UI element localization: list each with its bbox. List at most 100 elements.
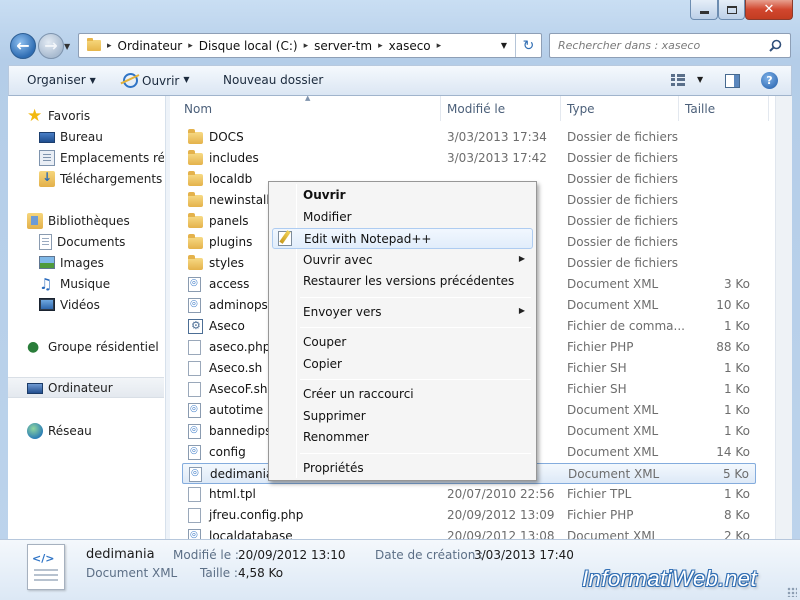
file-row[interactable]: localdatabase 20/09/2012 13:08 Document XM… (182, 526, 756, 539)
close-button[interactable]: ✕ (745, 0, 793, 20)
chevron-down-icon: ▼ (183, 75, 190, 84)
sidebar-item-bibliotheques[interactable]: Bibliothèques (8, 210, 164, 231)
menu-item-label: Ouvrir avec (303, 252, 373, 267)
chevron-right-icon[interactable]: ▸ (188, 41, 193, 51)
maximize-icon (726, 5, 737, 14)
column-header-type[interactable]: Type (561, 96, 679, 121)
sidebar-item-homegroup[interactable]: ● Groupe résidentiel (8, 336, 164, 357)
pictures-icon (39, 256, 55, 269)
sidebar-item-label: Emplacements réce (60, 150, 164, 165)
computer-icon (27, 382, 43, 394)
file-name: adminops (209, 298, 268, 312)
file-size: 14 Ko (716, 445, 750, 459)
sidebar-item-images[interactable]: Images (8, 252, 164, 273)
breadcrumb-local-disk[interactable]: Disque local (C:) (199, 39, 298, 53)
file-size: 1 Ko (723, 382, 750, 396)
xml-file-icon (189, 467, 202, 482)
address-history-dropdown[interactable]: ▼ (501, 41, 507, 50)
watermark-logo: InformatiWeb.net (582, 566, 758, 591)
back-button[interactable]: ← (10, 33, 36, 59)
folder-icon (188, 129, 203, 144)
search-icon[interactable] (769, 39, 782, 52)
command-bar: Organiser ▼ Ouvrir ▼ Nouveau dossier ▼ ? (8, 65, 792, 96)
column-header-date[interactable]: Modifié le (441, 96, 561, 121)
sidebar-item-musique[interactable]: ♫ Musique (8, 273, 164, 294)
file-name: bannedips (209, 424, 272, 438)
vertical-scrollbar[interactable] (775, 96, 792, 539)
chevron-right-icon[interactable]: ▸ (437, 41, 442, 51)
menu-item[interactable]: Ouvrir (272, 185, 533, 206)
breadcrumb-computer[interactable]: Ordinateur (118, 39, 183, 53)
menu-item-label: Couper (303, 335, 347, 349)
menu-item[interactable]: Supprimer (272, 406, 533, 427)
view-details-icon (671, 74, 685, 86)
menu-item[interactable]: Edit with Notepad++ (272, 228, 533, 249)
file-type: Document XML (568, 467, 660, 481)
breadcrumb-xaseco[interactable]: xaseco (389, 39, 431, 53)
refresh-button[interactable]: ↻ (515, 34, 541, 57)
search-input[interactable] (556, 35, 766, 56)
menu-item[interactable]: Créer un raccourci (272, 384, 533, 405)
menu-item[interactable]: Renommer (272, 427, 533, 448)
address-bar[interactable]: ▸ Ordinateur ▸ Disque local (C:) ▸ serve… (78, 33, 542, 58)
menu-item[interactable]: Couper (272, 332, 533, 353)
minimize-button[interactable] (690, 0, 718, 20)
file-size: 1 Ko (723, 403, 750, 417)
folder-icon (188, 255, 203, 270)
column-header-name[interactable]: ▲ Nom (170, 96, 441, 121)
sidebar-item-documents[interactable]: Documents (8, 231, 164, 252)
breadcrumb-server-tm[interactable]: server-tm (314, 39, 372, 53)
details-created-value[interactable]: 3/03/2013 17:40 (474, 548, 574, 562)
preview-pane-icon[interactable] (725, 74, 740, 88)
new-folder-button[interactable]: Nouveau dossier (223, 73, 323, 87)
organise-button[interactable]: Organiser ▼ (27, 73, 96, 87)
maximize-button[interactable] (718, 0, 745, 20)
menu-item[interactable]: Envoyer vers ▶ (272, 302, 533, 323)
folder-icon (188, 171, 203, 186)
menu-item-label: Propriétés (303, 460, 364, 475)
file-name: aseco.php (209, 340, 271, 354)
file-type: Dossier de fichiers (567, 256, 679, 270)
file-name: Aseco (209, 319, 245, 333)
details-modified-value[interactable]: 20/09/2012 13:10 (238, 548, 346, 562)
menu-item[interactable]: Modifier (272, 207, 533, 228)
sidebar-item-label: Favoris (48, 108, 91, 123)
open-button[interactable]: Ouvrir ▼ (123, 73, 190, 88)
search-box[interactable] (549, 33, 791, 58)
file-name: access (209, 277, 250, 291)
sidebar-item-favoris[interactable]: ★ Favoris (8, 105, 164, 126)
resize-grip[interactable] (787, 587, 797, 597)
file-row[interactable]: jfreu.config.php 20/09/2012 13:09 Fichier … (182, 505, 756, 526)
sidebar-item-reseau[interactable]: Réseau (8, 420, 164, 441)
menu-item-label: Copier (303, 356, 342, 371)
file-row[interactable]: html.tpl 20/07/2010 22:56 Fichier TPL 1 Ko (182, 484, 756, 505)
menu-separator (300, 452, 531, 454)
sidebar-item-label: Groupe résidentiel (48, 339, 159, 354)
chevron-right-icon[interactable]: ▸ (304, 41, 309, 51)
sidebar-item-recent-places[interactable]: Emplacements réce (8, 147, 164, 168)
change-view-button[interactable]: ▼ (671, 74, 703, 86)
chevron-right-icon[interactable]: ▸ (378, 41, 383, 51)
file-name: localdb (209, 172, 253, 186)
sidebar-item-telechargements[interactable]: Téléchargements (8, 168, 164, 189)
file-type: Fichier PHP (567, 340, 634, 354)
close-icon: ✕ (763, 2, 775, 17)
sidebar-item-bureau[interactable]: Bureau (8, 126, 164, 147)
menu-item[interactable]: Restaurer les versions précédentes (272, 271, 533, 292)
menu-item[interactable]: Copier (272, 354, 533, 375)
sidebar-item-videos[interactable]: Vidéos (8, 294, 164, 315)
recent-pages-dropdown[interactable]: ▼ (64, 42, 70, 51)
help-icon[interactable]: ? (761, 72, 778, 89)
column-header-size[interactable]: Taille (679, 96, 769, 121)
file-row[interactable]: DOCS 3/03/2013 17:34 Dossier de fichiers (182, 127, 756, 148)
sidebar-item-ordinateur[interactable]: Ordinateur (8, 377, 164, 398)
file-size: 1 Ko (723, 361, 750, 375)
menu-item[interactable]: Ouvrir avec ▶ (272, 250, 533, 271)
file-row[interactable]: includes 3/03/2013 17:42 Dossier de fichie… (182, 148, 756, 169)
column-header-label: Nom (184, 101, 213, 116)
forward-button[interactable]: → (38, 33, 64, 59)
chevron-right-icon[interactable]: ▸ (107, 41, 112, 51)
menu-separator (300, 296, 531, 298)
menu-item[interactable]: Propriétés (272, 458, 533, 479)
file-type: Fichier SH (567, 361, 627, 375)
